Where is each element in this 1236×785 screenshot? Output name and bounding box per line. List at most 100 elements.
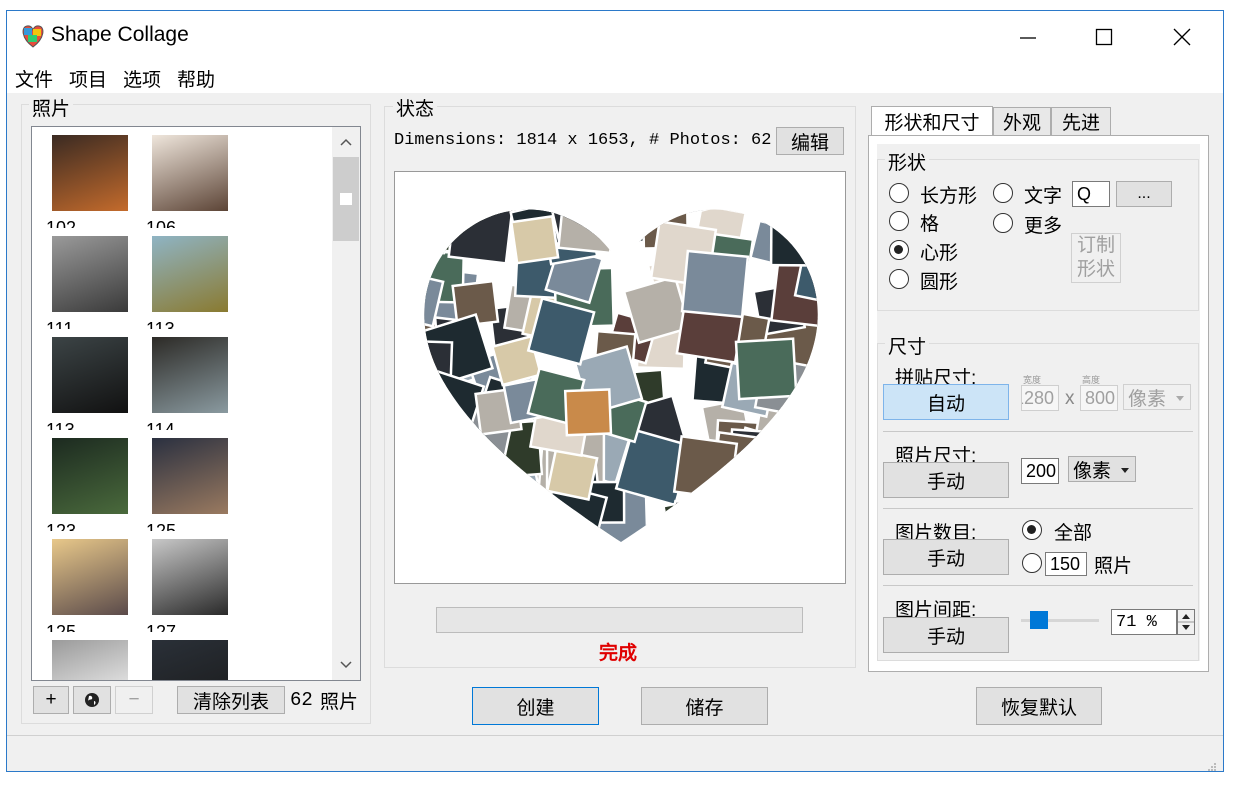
menu-options[interactable]: 选项 bbox=[123, 65, 161, 92]
collage-tile bbox=[661, 496, 713, 542]
collage-preview bbox=[394, 171, 846, 584]
remove-photo-button[interactable]: − bbox=[115, 686, 153, 714]
spacing-value-input[interactable]: 71 % bbox=[1111, 609, 1177, 635]
progress-bar bbox=[436, 607, 803, 633]
spacing-manual-button[interactable]: 手动 bbox=[883, 617, 1009, 653]
reset-defaults-button[interactable]: 恢复默认 bbox=[976, 687, 1102, 725]
spacing-slider-thumb[interactable] bbox=[1030, 611, 1048, 629]
photo-thumbnail[interactable] bbox=[152, 438, 228, 514]
custom-shape-label-2: 形状 bbox=[1076, 259, 1115, 280]
collage-tile bbox=[563, 388, 613, 437]
collage-tile bbox=[424, 436, 490, 504]
collage-tile bbox=[774, 440, 818, 515]
radio-circle-label: 圆形 bbox=[920, 272, 959, 293]
photo-thumbnail[interactable] bbox=[52, 337, 128, 413]
create-button[interactable]: 创建 bbox=[472, 687, 599, 725]
collage-tile bbox=[754, 426, 800, 472]
photo-list[interactable]: 102 106 111 113 113 114 123 125 125 127 bbox=[31, 126, 361, 681]
photo-thumbnail[interactable] bbox=[152, 135, 228, 211]
collage-tile bbox=[593, 209, 642, 226]
collage-width-input[interactable]: 1280 bbox=[1021, 385, 1059, 411]
photo-count-input[interactable]: 150 bbox=[1045, 552, 1087, 576]
scroll-down-button[interactable] bbox=[332, 650, 360, 680]
collage-tile bbox=[794, 172, 838, 206]
collage-size-auto-button[interactable]: 自动 bbox=[883, 384, 1009, 420]
dropdown-arrow-icon bbox=[1121, 468, 1129, 473]
status-done-text: 完成 bbox=[599, 643, 638, 664]
menu-project[interactable]: 项目 bbox=[69, 65, 107, 92]
collage-tile bbox=[796, 401, 818, 451]
tab-appearance[interactable]: 外观 bbox=[993, 107, 1051, 135]
photo-unit-select[interactable]: 像素 bbox=[1068, 456, 1136, 482]
photo-thumbnail[interactable] bbox=[152, 337, 228, 413]
photo-size-input[interactable]: 200 bbox=[1021, 458, 1059, 484]
radio-all-photos[interactable] bbox=[1022, 520, 1042, 540]
photo-thumbnail-label: 111 bbox=[46, 319, 74, 329]
scroll-up-button[interactable] bbox=[332, 127, 360, 157]
radio-grid[interactable] bbox=[889, 211, 909, 231]
radio-grid-label: 格 bbox=[920, 214, 940, 235]
photo-thumbnail[interactable] bbox=[52, 236, 128, 312]
add-photo-button[interactable]: + bbox=[33, 686, 69, 714]
maximize-button[interactable] bbox=[1079, 19, 1129, 55]
scroll-thumb[interactable] bbox=[333, 157, 359, 241]
spacing-slider-track[interactable] bbox=[1021, 611, 1099, 629]
menu-file[interactable]: 文件 bbox=[15, 65, 53, 92]
photo-thumbnail[interactable] bbox=[52, 438, 128, 514]
photos-group-title: 照片 bbox=[29, 94, 74, 121]
close-button[interactable] bbox=[1157, 19, 1207, 55]
photo-count-unit: 照片 bbox=[320, 692, 359, 713]
photo-thumbnail[interactable] bbox=[152, 640, 228, 680]
photo-count-manual-button[interactable]: 手动 bbox=[883, 539, 1009, 575]
collage-tile bbox=[424, 209, 446, 255]
clear-list-button[interactable]: 清除列表 bbox=[177, 686, 285, 714]
edit-button[interactable]: 编辑 bbox=[776, 127, 844, 155]
photo-list-scrollbar[interactable] bbox=[332, 127, 360, 680]
collage-tile bbox=[463, 465, 517, 520]
collage-tile bbox=[424, 339, 454, 393]
radio-photo-count[interactable] bbox=[1022, 553, 1042, 573]
chevron-up-icon bbox=[340, 138, 352, 146]
collage-tile bbox=[545, 448, 599, 501]
collage-height-input[interactable]: 800 bbox=[1080, 385, 1118, 411]
radio-circle[interactable] bbox=[889, 269, 909, 289]
photo-size-manual-button[interactable]: 手动 bbox=[883, 462, 1009, 498]
custom-shape-button[interactable]: 订制 形状 bbox=[1071, 233, 1121, 283]
minimize-button[interactable] bbox=[1003, 19, 1053, 55]
collage-tile bbox=[676, 209, 734, 216]
collage-tile bbox=[430, 439, 502, 512]
collage-tile bbox=[587, 209, 649, 224]
radio-more[interactable] bbox=[993, 213, 1013, 233]
collage-tile bbox=[596, 209, 656, 225]
collage-heart-image bbox=[424, 172, 838, 542]
radio-text-label: 文字 bbox=[1024, 186, 1063, 207]
shape-text-input[interactable]: Q bbox=[1072, 181, 1110, 207]
spacing-spinner[interactable] bbox=[1177, 609, 1195, 635]
photo-thumbnail-label: 125 bbox=[46, 622, 77, 632]
collage-tile bbox=[504, 499, 571, 542]
shape-text-options-button[interactable]: ... bbox=[1116, 181, 1172, 207]
web-photo-button[interactable] bbox=[73, 686, 111, 714]
photo-thumbnail-label: 114 bbox=[146, 420, 175, 430]
radio-rectangle[interactable] bbox=[889, 183, 909, 203]
menu-help[interactable]: 帮助 bbox=[177, 65, 215, 92]
size-group-title: 尺寸 bbox=[885, 332, 930, 359]
tab-shape-size[interactable]: 形状和尺寸 bbox=[871, 106, 993, 136]
photo-thumbnail[interactable] bbox=[52, 539, 128, 615]
photo-thumbnail[interactable] bbox=[152, 236, 228, 312]
resize-grip-icon[interactable] bbox=[1207, 757, 1217, 771]
collage-tile bbox=[769, 221, 816, 267]
radio-text[interactable] bbox=[993, 183, 1013, 203]
photo-thumbnail[interactable] bbox=[152, 539, 228, 615]
minimize-icon bbox=[1020, 37, 1036, 39]
tab-advanced[interactable]: 先进 bbox=[1051, 107, 1111, 135]
save-button[interactable]: 储存 bbox=[641, 687, 768, 725]
photo-thumbnail[interactable] bbox=[52, 135, 128, 211]
collage-tile bbox=[509, 214, 560, 265]
spacing-value: 71 % bbox=[1116, 612, 1157, 632]
radio-heart[interactable] bbox=[889, 240, 909, 260]
photo-thumbnail[interactable] bbox=[52, 640, 128, 680]
dimensions-text: Dimensions: 1814 x 1653, # Photos: 62 bbox=[394, 131, 772, 150]
collage-unit-select[interactable]: 像素 bbox=[1123, 384, 1191, 410]
spinner-arrows-icon bbox=[1178, 614, 1194, 630]
